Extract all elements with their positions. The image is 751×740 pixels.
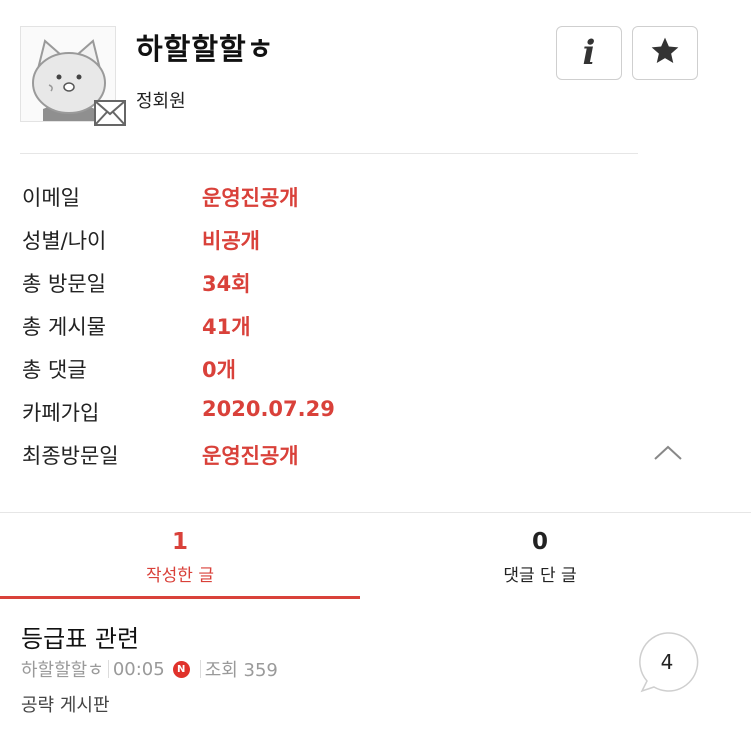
tab-count: 1	[171, 529, 188, 555]
info-value: 0개	[202, 358, 236, 382]
info-row-comments: 총 댓글 0개	[20, 350, 720, 393]
info-row-join-date: 카페가입 2020.07.29	[20, 393, 720, 436]
post-time: 00:05	[112, 658, 165, 680]
info-row-visits: 총 방문일 34회	[20, 264, 720, 307]
envelope-icon[interactable]	[94, 100, 126, 126]
info-row-gender-age: 성별/나이 비공개	[20, 221, 720, 264]
list-item[interactable]: 등급표 관련 하할할할ㅎ 00:05 N 조회 359 공략 게시판 4	[0, 599, 751, 740]
tab-label: 댓글 단 글	[503, 566, 577, 586]
post-meta: 하할할할ㅎ 00:05 N 조회 359	[21, 657, 278, 682]
chevron-up-icon	[652, 445, 684, 470]
new-badge: N	[172, 660, 190, 678]
info-row-email: 이메일 운영진공개	[20, 178, 720, 221]
post-title[interactable]: 등급표 관련	[21, 619, 139, 654]
info-label: 카페가입	[22, 401, 100, 425]
tab-written-posts[interactable]: 1 작성한 글	[0, 513, 360, 599]
star-icon	[649, 35, 681, 71]
tab-label: 작성한 글	[146, 566, 214, 586]
post-board: 공략 게시판	[21, 695, 110, 716]
activity-tabs: 1 작성한 글 0 댓글 단 글	[0, 513, 751, 599]
favorite-button[interactable]	[632, 26, 698, 80]
info-value: 비공개	[202, 229, 260, 253]
collapse-button[interactable]	[652, 440, 684, 466]
info-label: 총 게시물	[22, 315, 106, 339]
meta-separator	[199, 660, 201, 678]
divider	[20, 153, 638, 154]
post-views: 조회 359	[204, 660, 278, 681]
info-row-last-visit: 최종방문일 운영진공개	[20, 436, 720, 479]
meta-separator	[107, 660, 109, 678]
info-label: 총 댓글	[22, 358, 87, 382]
info-value: 2020.07.29	[202, 397, 335, 421]
info-value: 34회	[202, 272, 251, 296]
profile-header: 하할할할ㅎ 정회원 i	[20, 26, 720, 126]
member-info-list: 이메일 운영진공개 성별/나이 비공개 총 방문일 34회 총 게시물 41개 …	[20, 178, 720, 479]
info-label: 최종방문일	[22, 444, 119, 468]
avatar[interactable]	[20, 26, 126, 126]
info-row-posts: 총 게시물 41개	[20, 307, 720, 350]
info-value: 운영진공개	[202, 444, 299, 468]
post-author: 하할할할ㅎ	[21, 660, 104, 681]
info-value: 41개	[202, 315, 251, 339]
info-label: 이메일	[22, 186, 80, 210]
comment-count: 4	[660, 650, 674, 674]
tab-count: 0	[531, 529, 548, 555]
info-button[interactable]: i	[556, 26, 622, 80]
info-label: 총 방문일	[22, 272, 106, 296]
info-value: 운영진공개	[202, 186, 299, 210]
info-label: 성별/나이	[22, 229, 107, 253]
member-level: 정회원	[136, 91, 186, 112]
info-icon: i	[582, 33, 596, 73]
nickname: 하할할할ㅎ	[136, 32, 275, 66]
tab-commented-posts[interactable]: 0 댓글 단 글	[360, 513, 720, 599]
